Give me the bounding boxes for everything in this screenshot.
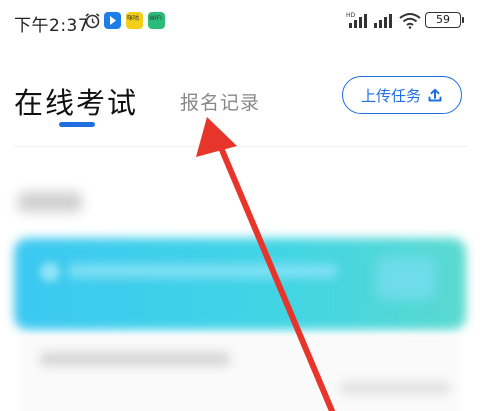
tab-registration-records[interactable]: 报名记录 [180,88,260,115]
blurred-content-area [0,150,482,411]
blurred-card-text [68,264,338,278]
tab-online-exam[interactable]: 在线考试 [14,80,138,122]
wifi-app-icon-text: WIFI [149,15,162,22]
cellular-signal-icon [374,14,392,28]
blurred-section-label [18,192,82,212]
wifi-app-icon: WIFI [148,12,165,29]
wifi-icon [399,13,421,29]
status-time: 下午2:37 [14,16,90,36]
upload-icon [428,88,442,102]
app-notification-icon [104,12,121,29]
upload-task-button[interactable]: 上传任务 [342,76,462,114]
blurred-list-text [40,352,230,366]
svg-text:HD: HD [346,12,356,19]
header-divider [14,146,468,147]
status-bar: 下午2:37 咪咕 WIFI HD 59 [0,0,482,46]
cellular-signal-hd-icon: HD [346,12,367,28]
active-tab-indicator [59,122,95,127]
blurred-card-icon [40,262,60,282]
blurred-card-action [376,256,436,300]
blurred-list-panel [20,336,460,411]
battery-indicator: 59 [425,12,464,28]
blurred-list-meta [340,382,450,394]
upload-task-label: 上传任务 [360,86,421,105]
migu-app-icon-text: 咪咕 [127,15,140,22]
alarm-clock-icon [85,13,100,29]
migu-app-icon: 咪咕 [126,12,143,29]
